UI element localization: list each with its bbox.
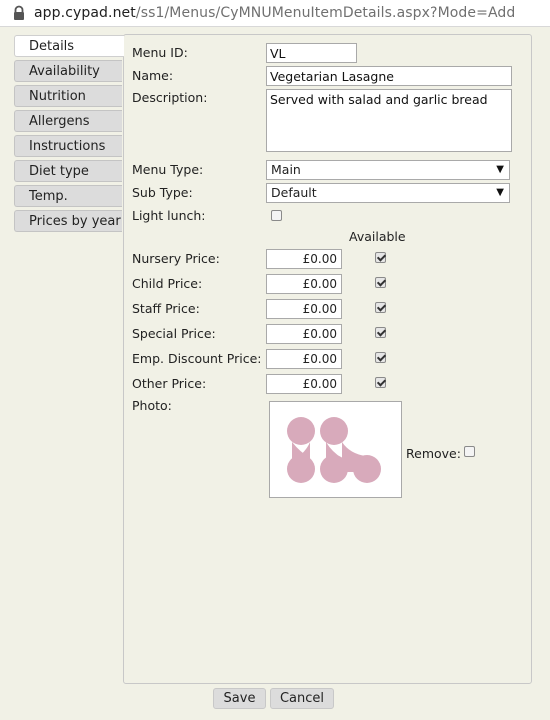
tab-nutrition[interactable]: Nutrition (14, 85, 122, 107)
tab-instructions[interactable]: Instructions (14, 135, 122, 157)
url-path: /ss1/Menus/CyMNUMenuItemDetails.aspx?Mod… (135, 5, 516, 21)
special-price-input[interactable]: £0.00 (266, 324, 342, 344)
light-lunch-label: Light lunch: (132, 208, 206, 223)
emp-discount-price-label: Emp. Discount Price: (132, 351, 262, 366)
tab-allergens[interactable]: Allergens (14, 110, 122, 132)
save-button[interactable]: Save (213, 688, 266, 709)
light-lunch-checkbox[interactable] (271, 210, 282, 221)
other-available-checkbox[interactable] (375, 377, 386, 388)
tab-prices-by-year[interactable]: Prices by year (14, 210, 122, 232)
nursery-available-checkbox[interactable] (375, 252, 386, 263)
tab-details[interactable]: Details (14, 35, 124, 57)
name-label: Name: (132, 68, 174, 83)
name-input[interactable] (266, 66, 512, 86)
child-price-input[interactable]: £0.00 (266, 274, 342, 294)
nursery-price-label: Nursery Price: (132, 251, 220, 266)
staff-available-checkbox[interactable] (375, 302, 386, 313)
sub-type-select[interactable]: Default ▼ (266, 183, 510, 203)
other-price-label: Other Price: (132, 376, 207, 391)
tab-availability[interactable]: Availability (14, 60, 122, 82)
sub-type-value: Default (271, 185, 317, 200)
menu-id-label: Menu ID: (132, 45, 188, 60)
special-price-label: Special Price: (132, 326, 216, 341)
menu-type-label: Menu Type: (132, 162, 204, 177)
cypad-logo-icon (287, 417, 381, 483)
photo-label: Photo: (132, 398, 172, 413)
url-host: app.cypad.net (34, 5, 136, 21)
child-price-label: Child Price: (132, 276, 203, 291)
remove-label: Remove: (406, 446, 461, 461)
available-header: Available (349, 229, 406, 244)
tab-temp[interactable]: Temp. (14, 185, 122, 207)
other-price-input[interactable]: £0.00 (266, 374, 342, 394)
sub-type-label: Sub Type: (132, 185, 193, 200)
url-text: app.cypad.net/ss1/Menus/CyMNUMenuItemDet… (34, 5, 515, 21)
menu-type-select[interactable]: Main ▼ (266, 160, 510, 180)
emp-discount-available-checkbox[interactable] (375, 352, 386, 363)
child-available-checkbox[interactable] (375, 277, 386, 288)
remove-photo-checkbox[interactable] (464, 446, 475, 457)
dropdown-arrow-icon: ▼ (496, 187, 504, 198)
staff-price-input[interactable]: £0.00 (266, 299, 342, 319)
emp-discount-price-input[interactable]: £0.00 (266, 349, 342, 369)
tab-diet-type[interactable]: Diet type (14, 160, 122, 182)
address-bar[interactable]: app.cypad.net/ss1/Menus/CyMNUMenuItemDet… (0, 0, 550, 27)
description-label: Description: (132, 90, 208, 105)
special-available-checkbox[interactable] (375, 327, 386, 338)
cancel-button[interactable]: Cancel (270, 688, 334, 709)
description-textarea[interactable]: Served with salad and garlic bread (266, 89, 512, 152)
nursery-price-input[interactable]: £0.00 (266, 249, 342, 269)
menu-id-input[interactable] (266, 43, 357, 63)
menu-type-value: Main (271, 162, 301, 177)
dropdown-arrow-icon: ▼ (496, 164, 504, 175)
photo-frame[interactable] (269, 401, 402, 498)
lock-icon (14, 5, 24, 20)
staff-price-label: Staff Price: (132, 301, 200, 316)
